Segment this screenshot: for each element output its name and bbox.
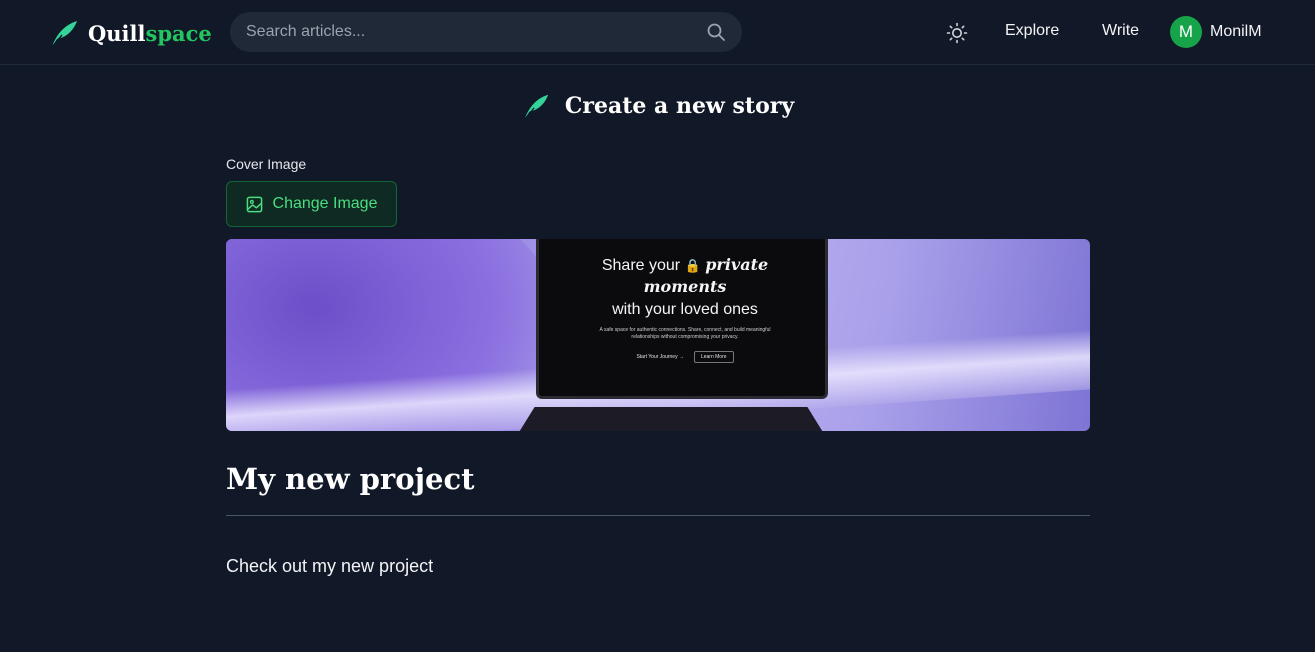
username: MonilM [1210,23,1262,40]
change-image-button[interactable]: Change Image [226,181,397,227]
nav-explore-link[interactable]: Explore [1005,22,1059,40]
theme-toggle-button[interactable] [944,20,970,46]
brand-name-part2: space [145,20,212,46]
change-image-label: Change Image [272,195,378,212]
avatar: M [1170,16,1202,48]
search-bar [230,12,742,52]
cover-image-preview: Share your 🔒 private moments with your l… [226,239,1090,431]
image-icon [246,196,262,212]
search-icon[interactable] [706,22,726,42]
cover-headline-line2: moments [643,277,727,296]
search-input[interactable] [246,23,706,41]
user-menu[interactable]: M MonilM [1170,16,1262,48]
cover-headline-line1: Share your 🔒 private [601,255,769,274]
page-heading: Create a new story [0,88,1315,124]
laptop-screen: Share your 🔒 private moments with your l… [536,239,828,399]
nav-write-link[interactable]: Write [1102,22,1139,40]
laptop-keyboard [516,407,826,431]
story-title-input[interactable] [226,462,1090,496]
quill-feather-icon [51,21,77,48]
cover-cta-secondary: Learn More [693,351,734,363]
cover-cta-group: Start Your Journey → Learn More [539,351,831,363]
sun-icon [946,22,968,44]
quill-feather-icon [524,94,549,120]
cover-tagline: A safe space for authentic connections. … [599,327,771,340]
story-body-editor[interactable]: Check out my new project [226,556,1090,577]
cover-image-label: Cover Image [226,156,307,172]
page-title: Create a new story [564,93,795,119]
top-navbar: Quillspace Explore Write M Mo [0,0,1315,65]
cover-headline-line3: with your loved ones [612,301,758,318]
title-divider [226,515,1090,516]
brand-name-part1: Quill [88,20,146,46]
brand-logo[interactable]: Quillspace [48,16,212,50]
cover-cta-primary: Start Your Journey → [636,354,684,360]
